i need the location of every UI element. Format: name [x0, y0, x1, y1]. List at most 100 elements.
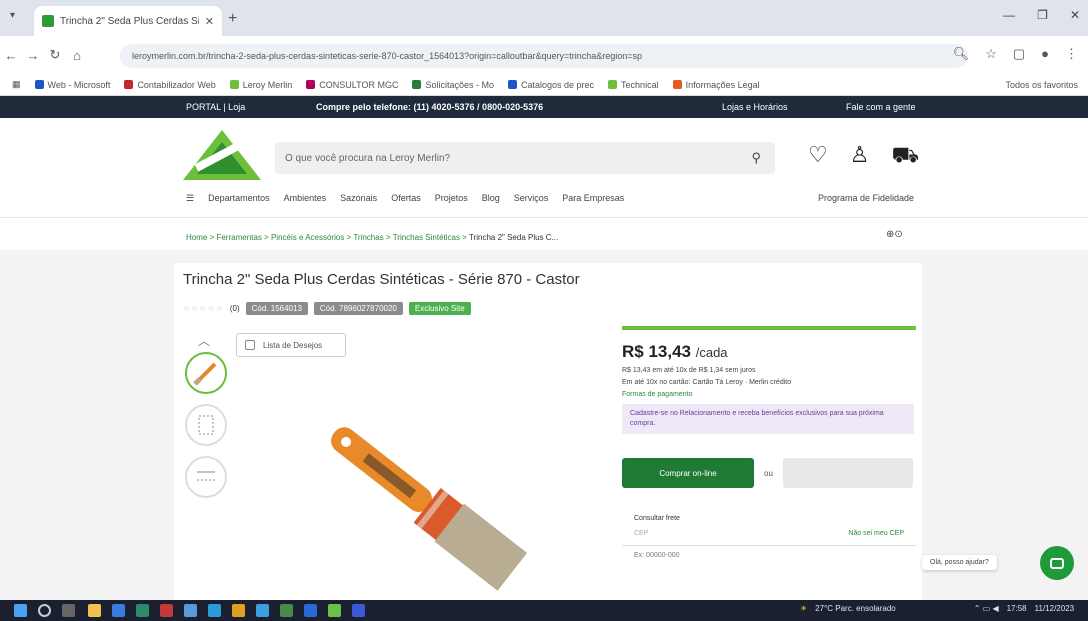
menu-item[interactable]: Para Empresas: [562, 193, 624, 204]
contact-link[interactable]: Fale com a gente: [846, 102, 916, 112]
cep-example: Ex: 00000-000: [634, 552, 680, 559]
app-icon[interactable]: [112, 604, 125, 617]
search-field[interactable]: O que você procura na Leroy Merlin? ⚲: [275, 142, 775, 174]
header-icons: ♡ ♙ ⛟: [808, 142, 919, 171]
bookmark-item[interactable]: Catalogos de prec: [508, 80, 594, 90]
file-explorer-icon[interactable]: [88, 604, 101, 617]
weather-icon[interactable]: ☀: [800, 604, 807, 613]
breadcrumb-item[interactable]: Pincéis e Acessórios: [271, 233, 344, 242]
app-icon[interactable]: [160, 604, 173, 617]
store-selector[interactable]: PORTAL | Loja: [186, 102, 245, 112]
chrome-icon[interactable]: [232, 604, 245, 617]
app-icon[interactable]: [256, 604, 269, 617]
app-icon[interactable]: [184, 604, 197, 617]
bookmark-favicon-icon: [229, 80, 239, 89]
weather-text[interactable]: 27°C Parc. ensolarado: [815, 604, 896, 613]
main-menu: ☰ Departamentos Ambientes Sazonais Ofert…: [186, 193, 624, 204]
installments-text: R$ 13,43 em até 10x de R$ 1,34 sem juros: [622, 367, 756, 374]
close-window-icon[interactable]: ✕: [1070, 8, 1080, 22]
edge-icon[interactable]: [208, 604, 221, 617]
chat-button[interactable]: [1040, 546, 1074, 580]
forward-icon[interactable]: →: [22, 48, 44, 63]
menu-item[interactable]: Departamentos: [208, 193, 270, 204]
cart-icon[interactable]: ⛟: [891, 142, 919, 171]
clock-time[interactable]: 17:58: [1007, 604, 1027, 613]
menu-icon[interactable]: ☰: [186, 193, 194, 204]
back-icon[interactable]: ←: [0, 48, 22, 63]
app-icon[interactable]: [352, 604, 365, 617]
menu-item[interactable]: Projetos: [435, 193, 468, 204]
bookmark-item[interactable]: Solicitações - Mo: [412, 80, 494, 90]
leroy-merlin-logo[interactable]: [183, 128, 261, 180]
share-icon[interactable]: ⊕⊙: [886, 229, 903, 240]
payment-methods-link[interactable]: Formas de pagamento: [622, 391, 916, 398]
task-view-icon[interactable]: [62, 604, 75, 617]
apps-icon[interactable]: ▦: [12, 79, 21, 90]
app-icon[interactable]: [136, 604, 149, 617]
bookmark-star-icon[interactable]: ☆: [985, 46, 997, 62]
windows-start-icon[interactable]: [14, 604, 27, 617]
ean-tag: Cód. 7896027870020: [313, 302, 403, 315]
user-icon[interactable]: ♙: [850, 142, 870, 171]
url-field[interactable]: leroymerlin.com.br/trincha-2-seda-plus-c…: [120, 44, 968, 68]
menu-item[interactable]: Ambientes: [284, 193, 327, 204]
tab-title: Trincha 2" Seda Plus Cerdas Si...: [60, 15, 199, 27]
zoom-icon[interactable]: 🔍︎: [953, 46, 970, 62]
minimize-icon[interactable]: —: [1003, 8, 1015, 22]
bookmark-item[interactable]: CONSULTOR MGC: [306, 80, 398, 90]
stores-link[interactable]: Lojas e Horários: [722, 102, 788, 112]
sidepanel-icon[interactable]: ▢: [1013, 46, 1025, 62]
heart-icon[interactable]: ♡: [808, 142, 828, 171]
buy-in-store-button[interactable]: [782, 458, 913, 488]
menu-item[interactable]: Sazonais: [340, 193, 377, 204]
bookmark-favicon-icon: [34, 80, 44, 89]
browser-tab[interactable]: Trincha 2" Seda Plus Cerdas Si... ✕: [34, 6, 222, 36]
shipping-calculator: Consultar frete CEP Não sei meu CEP Ex: …: [622, 505, 916, 565]
product-image[interactable]: [300, 395, 560, 600]
window-controls: — ❐ ✕: [1003, 8, 1080, 22]
loyalty-promo[interactable]: Cadastre-se no Relacionamento e receba b…: [622, 404, 914, 434]
cep-input[interactable]: CEP: [634, 530, 648, 537]
wishlist-button[interactable]: Lista de Desejos: [236, 333, 346, 357]
tab-search-icon[interactable]: ▾: [10, 10, 15, 21]
reload-icon[interactable]: ↻: [44, 47, 66, 63]
maximize-icon[interactable]: ❐: [1037, 8, 1048, 22]
bookmark-item[interactable]: Contabilizador Web: [124, 80, 216, 90]
bookmark-item[interactable]: Informações Legal: [672, 80, 760, 90]
search-taskbar-icon[interactable]: [38, 604, 51, 617]
chevron-up-icon[interactable]: ︿: [198, 332, 210, 349]
menu-item[interactable]: Blog: [482, 193, 500, 204]
thumbnail-item[interactable]: [185, 456, 227, 498]
thumbnail-item[interactable]: [185, 352, 227, 394]
tray-icons[interactable]: ⌃ ▭ ◀: [974, 604, 999, 613]
bookmark-item[interactable]: Technical: [608, 80, 659, 90]
breadcrumb-item[interactable]: Trinchas: [353, 233, 383, 242]
search-icon[interactable]: ⚲: [751, 150, 761, 166]
clock-date[interactable]: 11/12/2023: [1035, 604, 1074, 613]
breadcrumb-item[interactable]: Trinchas Sintéticas: [393, 233, 460, 242]
buy-online-button[interactable]: Comprar on-line: [622, 458, 754, 488]
home-icon[interactable]: ⌂: [66, 48, 88, 63]
dimensions-thumbnail-icon: [198, 415, 214, 435]
thumbnail-item[interactable]: [185, 404, 227, 446]
breadcrumb-item[interactable]: Home: [186, 233, 207, 242]
profile-icon[interactable]: ●: [1041, 46, 1049, 62]
app-icon[interactable]: [280, 604, 293, 617]
close-tab-icon[interactable]: ✕: [205, 15, 214, 28]
new-tab-button[interactable]: +: [228, 10, 237, 28]
breadcrumb-item[interactable]: Ferramentas: [216, 233, 261, 242]
menu-icon[interactable]: ⋮: [1065, 46, 1078, 62]
bookmark-favicon-icon: [412, 80, 422, 89]
all-bookmarks[interactable]: Todos os favoritos: [1005, 80, 1078, 90]
chat-label[interactable]: Olá, posso ajudar?: [922, 555, 997, 570]
bookmark-item[interactable]: Web - Microsoft: [34, 80, 110, 90]
bookmark-item[interactable]: Leroy Merlin: [229, 80, 292, 90]
rating-stars[interactable]: ☆☆☆☆☆: [183, 304, 224, 313]
app-icon[interactable]: [304, 604, 317, 617]
app-icon[interactable]: [328, 604, 341, 617]
shipping-label: Consultar frete: [634, 515, 680, 522]
unknown-cep-link[interactable]: Não sei meu CEP: [848, 530, 904, 537]
menu-item[interactable]: Ofertas: [391, 193, 421, 204]
loyalty-link[interactable]: Programa de Fidelidade: [818, 193, 914, 203]
menu-item[interactable]: Serviços: [514, 193, 549, 204]
